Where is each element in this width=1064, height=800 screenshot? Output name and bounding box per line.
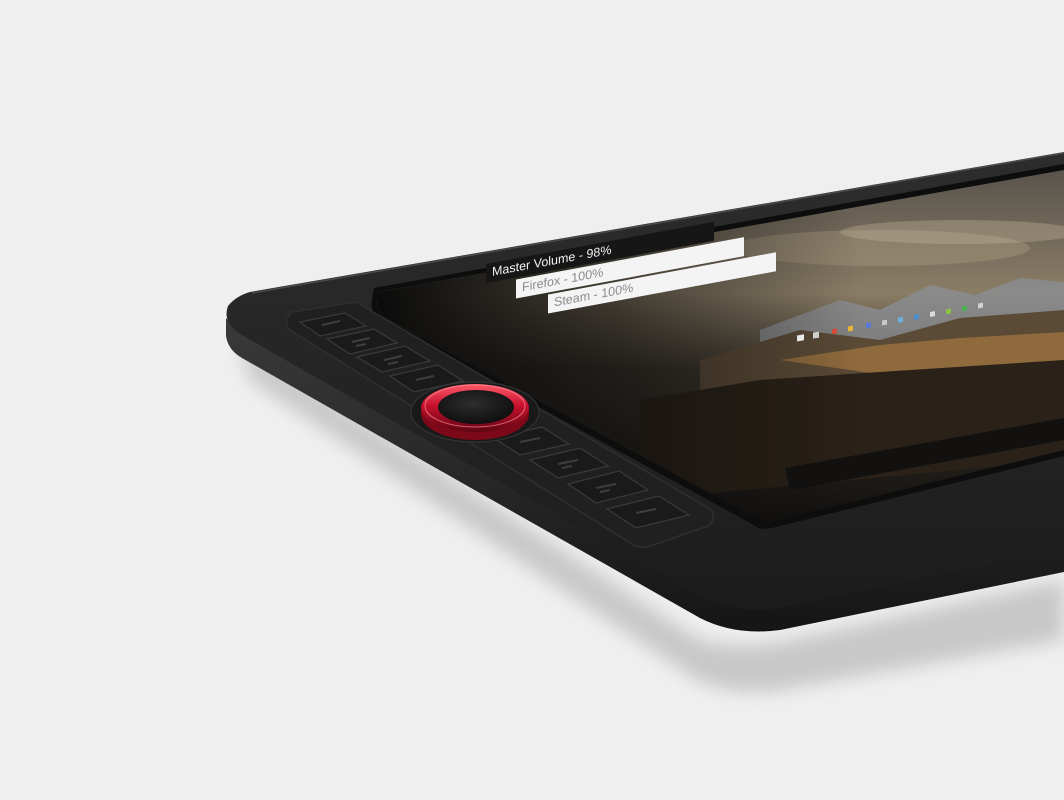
- app-icon[interactable]: [946, 308, 951, 315]
- app-icon[interactable]: [962, 305, 967, 312]
- browser-icon[interactable]: [866, 322, 871, 329]
- windows-start-icon[interactable]: [797, 334, 804, 342]
- search-icon[interactable]: [813, 331, 819, 339]
- dial-center-button[interactable]: [438, 390, 514, 424]
- task-view-icon[interactable]: [832, 328, 837, 335]
- app-icon[interactable]: [914, 313, 919, 320]
- drawing-tablet-svg: [226, 152, 1064, 692]
- app-icon[interactable]: [930, 311, 935, 318]
- mail-icon[interactable]: [898, 316, 903, 323]
- file-explorer-icon[interactable]: [848, 325, 853, 332]
- store-icon[interactable]: [882, 319, 887, 326]
- red-dial[interactable]: [410, 381, 540, 443]
- product-scene: Master Volume - 98% Firefox - 100% Steam…: [0, 0, 1064, 800]
- app-icon[interactable]: [978, 302, 983, 309]
